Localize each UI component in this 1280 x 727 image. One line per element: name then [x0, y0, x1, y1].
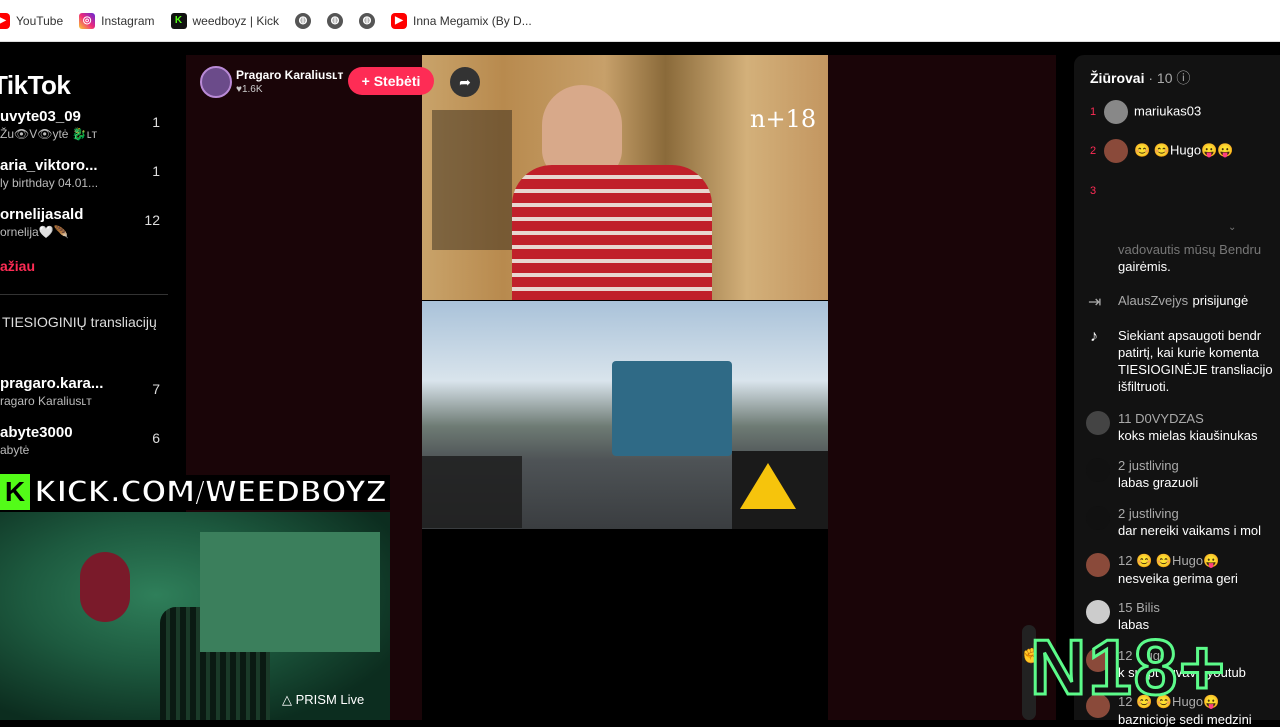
- game-hud-panel: [422, 456, 522, 528]
- show-less-link[interactable]: ažiau: [0, 258, 35, 274]
- top-viewer-2[interactable]: 2 😊 😊Hugo😛😛: [1090, 139, 1233, 163]
- viewer-count: 1: [152, 114, 160, 130]
- viewers-title: Žiūrovai · 10 ⓘ: [1090, 70, 1191, 86]
- avatar: [1086, 600, 1110, 624]
- account-name: uvyte03_09: [0, 108, 81, 125]
- chat-system-message: ♪ Siekiant apsaugoti bendr patirtį, kai …: [1090, 328, 1273, 394]
- chat-message: vadovautis mūsų Bendru gairėmis.: [1118, 242, 1262, 274]
- info-icon[interactable]: ⓘ: [1176, 70, 1190, 86]
- chat-message: 2 justliving dar nereiki vaikams i mol: [1086, 506, 1280, 538]
- host-likes: ♥1.6K: [236, 84, 263, 95]
- cabinet: [200, 532, 380, 652]
- bookmark-kick[interactable]: K weedboyz | Kick: [170, 12, 279, 29]
- person-shirt: [512, 165, 712, 300]
- tiktok-logo[interactable]: TikTok: [0, 70, 71, 101]
- streamer-camera: [422, 55, 828, 300]
- globe-icon: ◍: [295, 12, 312, 29]
- account-sub: abytė: [0, 443, 30, 457]
- chat-overlay: [432, 110, 512, 250]
- viewer-count: 6: [152, 430, 160, 446]
- game-minimap: [732, 451, 828, 529]
- avatar: [1086, 458, 1110, 482]
- chevron-down-icon[interactable]: ⌄: [1228, 222, 1236, 233]
- account-sub: ragaro Karaliusʟᴛ: [0, 394, 92, 408]
- bookmark-inna-megamix[interactable]: ▶ Inna Megamix (By D...: [391, 12, 532, 29]
- viewer-count: 7: [152, 381, 160, 397]
- kick-icon: K: [170, 12, 187, 29]
- minimap-route: [740, 463, 796, 509]
- avatar: [1086, 553, 1110, 577]
- bookmark-youtube[interactable]: ▶ YouTube: [0, 12, 63, 29]
- prism-live-label: △ PRISM Live: [282, 692, 365, 707]
- avatar: [1104, 139, 1128, 163]
- account-sub: ly birthday 04.01...: [0, 176, 99, 190]
- share-button[interactable]: ➦: [450, 67, 480, 97]
- game-capture: [422, 301, 828, 529]
- sidebar-account-3[interactable]: ornelijasald ornelija🤍🪶 12: [0, 206, 170, 239]
- host-avatar[interactable]: [200, 66, 232, 98]
- section-label: TIESIOGINIŲ transliacijų: [2, 314, 157, 330]
- chat-message: 2 justliving labas grazuoli: [1086, 458, 1280, 490]
- avatar: [1086, 506, 1110, 530]
- globe-icon: ◍: [359, 12, 376, 29]
- account-sub: Žu👁V👁ytė 🐉ʟᴛ: [0, 127, 98, 141]
- bookmark-globe-2[interactable]: ◍: [327, 12, 344, 29]
- top-viewer-1[interactable]: 1 mariukas03: [1090, 100, 1201, 124]
- truck-trailer: [612, 361, 732, 456]
- bookmark-globe-3[interactable]: ◍: [359, 12, 376, 29]
- viewer-count: 1: [152, 163, 160, 179]
- account-name: aria_viktoro...: [0, 157, 98, 174]
- divider: [0, 294, 168, 295]
- webcam-overlay: [0, 512, 390, 720]
- tiktok-icon: ♪: [1090, 328, 1098, 345]
- kick-icon: K: [0, 474, 30, 510]
- youtube-icon: ▶: [0, 12, 10, 29]
- top-viewer-3[interactable]: 3: [1090, 182, 1104, 197]
- account-name: pragaro.kara...: [0, 375, 104, 392]
- sidebar-account-2[interactable]: aria_viktoro... ly birthday 04.01... 1: [0, 157, 170, 190]
- kick-banner: K KICK.COM/WEEDBOYZ: [0, 472, 395, 512]
- join-icon: ⇥: [1088, 294, 1102, 311]
- chat-message: 12 😊 😊Hugo😛 nesveika gerima geri: [1086, 553, 1280, 586]
- globe-icon: ◍: [327, 12, 344, 29]
- prism-icon: △: [282, 692, 296, 707]
- n18-overlay: N18+: [1029, 622, 1227, 713]
- follow-button[interactable]: + Stebėti: [348, 67, 434, 95]
- instagram-icon: ◎: [79, 12, 96, 29]
- host-name[interactable]: Pragaro Karaliusʟᴛ: [236, 68, 343, 82]
- chat-message: 11 D0VYDZAS koks mielas kiaušinukas: [1086, 411, 1280, 443]
- microphone: [80, 552, 130, 622]
- watermark-text: n+18: [750, 105, 817, 133]
- kick-url: KICK.COM/WEEDBOYZ: [30, 474, 391, 511]
- avatar: [1104, 100, 1128, 124]
- viewer-count: 12: [144, 212, 160, 228]
- sidebar-account-1[interactable]: uvyte03_09 Žu👁V👁ytė 🐉ʟᴛ 1: [0, 108, 170, 141]
- bookmark-globe-1[interactable]: ◍: [295, 12, 312, 29]
- account-name: abyte3000: [0, 424, 73, 441]
- sidebar-live-1[interactable]: pragaro.kara... ragaro Karaliusʟᴛ 7: [0, 375, 170, 408]
- youtube-icon: ▶: [391, 12, 408, 29]
- avatar: [1086, 411, 1110, 435]
- sidebar-live-2[interactable]: abyte3000 abytė 6: [0, 424, 170, 457]
- chat-join-message: ⇥ AlausZvejys prisijungė: [1088, 293, 1249, 311]
- bookmarks-bar: ▶ YouTube ◎ Instagram K weedboyz | Kick …: [0, 0, 1280, 42]
- share-icon: ➦: [459, 73, 471, 90]
- bookmark-instagram[interactable]: ◎ Instagram: [79, 12, 155, 29]
